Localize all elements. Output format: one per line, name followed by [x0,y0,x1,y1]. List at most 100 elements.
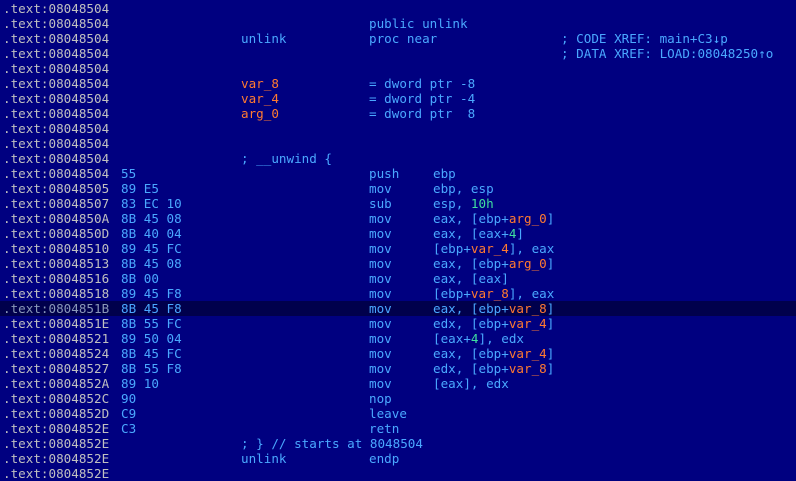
mnemonic[interactable]: mov [369,376,392,391]
stack-variable-name[interactable]: var_4 [241,91,279,106]
comment[interactable]: ; __unwind { [241,151,332,166]
disasm-line[interactable]: .text:08048518 89 45 F8 mov [ebp+var_8], ea… [0,286,796,301]
operands[interactable]: eax, [ebp+var_4] [433,346,554,361]
operand-variable[interactable]: var_4 [509,316,547,331]
disasm-line[interactable]: .text:08048504 ; __unwind { [0,151,796,166]
operand-variable[interactable]: var_8 [471,286,509,301]
mnemonic[interactable]: mov [369,331,392,346]
operands[interactable]: [eax+4], edx [433,331,524,346]
line-address[interactable]: .text:08048504 [3,46,109,61]
line-address[interactable]: .text:08048504 [3,16,109,31]
disasm-line[interactable]: .text:08048524 8B 45 FC mov eax, [ebp+var_4… [0,346,796,361]
disasm-line[interactable]: .text:08048504 var_4 = dword ptr -4 [0,91,796,106]
line-address[interactable]: .text:08048510 [3,241,109,256]
line-address[interactable]: .text:0804850D [3,226,109,241]
disasm-line[interactable]: .text:0804852C 90 nop [0,391,796,406]
disasm-line[interactable]: .text:0804852E [0,466,796,481]
disasm-line[interactable]: .text:0804852E C3 retn [0,421,796,436]
xref-comment[interactable]: ; DATA XREF: LOAD:08048250↑o [561,46,773,61]
mnemonic[interactable]: mov [369,271,392,286]
operands[interactable]: [ebp+var_4], eax [433,241,554,256]
operands[interactable]: eax, [eax] [433,271,509,286]
operand-variable[interactable]: arg_0 [509,211,547,226]
mnemonic[interactable]: = dword ptr -8 [369,76,475,91]
operand-variable[interactable]: var_8 [509,301,547,316]
mnemonic[interactable]: mov [369,361,392,376]
disasm-line[interactable]: .text:08048504 var_8 = dword ptr -8 [0,76,796,91]
disasm-line[interactable]: .text:08048504 [0,61,796,76]
line-address[interactable]: .text:08048504 [3,91,109,106]
line-address[interactable]: .text:08048505 [3,181,109,196]
mnemonic[interactable]: = dword ptr 8 [369,106,475,121]
disasm-line[interactable]: .text:08048504 [0,1,796,16]
mnemonic[interactable]: mov [369,256,392,271]
operand-variable[interactable]: var_4 [471,241,509,256]
mnemonic[interactable]: mov [369,181,392,196]
operands[interactable]: ebp, esp [433,181,494,196]
mnemonic[interactable]: mov [369,226,392,241]
line-address[interactable]: .text:08048504 [3,151,109,166]
disasm-line[interactable]: .text:08048527 8B 55 F8 mov edx, [ebp+var_8… [0,361,796,376]
line-address[interactable]: .text:0804851E [3,316,109,331]
line-address[interactable]: .text:08048516 [3,271,109,286]
line-address[interactable]: .text:0804852E [3,436,109,451]
line-address[interactable]: .text:0804852E [3,421,109,436]
disasm-line[interactable]: .text:08048504 ; DATA XREF: LOAD:08048250… [0,46,796,61]
disassembly-view[interactable]: .text:08048504 .text:08048504 public unlin… [0,1,796,481]
disasm-line[interactable]: .text:0804852D C9 leave [0,406,796,421]
disasm-line[interactable]: .text:08048504 public unlink [0,16,796,31]
xref-comment[interactable]: ; CODE XREF: main+C3↓p [561,31,728,46]
operands[interactable]: eax, [eax+4] [433,226,524,241]
operands[interactable]: eax, [ebp+arg_0] [433,256,554,271]
operand-variable[interactable]: arg_0 [509,256,547,271]
operands[interactable]: eax, [ebp+arg_0] [433,211,554,226]
operand-variable[interactable]: var_8 [509,361,547,376]
stack-variable-name[interactable]: arg_0 [241,106,279,121]
operands[interactable]: eax, [ebp+var_8] [433,301,554,316]
mnemonic[interactable]: push [369,166,399,181]
disasm-line[interactable]: .text:0804852E ; } // starts at 8048504 [0,436,796,451]
disasm-line[interactable]: .text:08048504 unlink proc near ; CODE XREF… [0,31,796,46]
operands[interactable]: edx, [ebp+var_8] [433,361,554,376]
disasm-line[interactable]: .text:0804850A 8B 45 08 mov eax, [ebp+arg_0… [0,211,796,226]
disasm-line[interactable]: .text:08048504 [0,121,796,136]
mnemonic[interactable]: mov [369,301,392,316]
line-address[interactable]: .text:08048504 [3,76,109,91]
function-label[interactable]: unlink [241,31,287,46]
mnemonic[interactable]: mov [369,346,392,361]
operand-variable[interactable]: var_4 [509,346,547,361]
disasm-line[interactable]: .text:08048521 89 50 04 mov [eax+4], edx [0,331,796,346]
operands[interactable]: esp, 10h [433,196,494,211]
disasm-line[interactable]: .text:08048504 55 push ebp [0,166,796,181]
line-address[interactable]: .text:0804852E [3,466,109,481]
operands[interactable]: [ebp+var_8], eax [433,286,554,301]
mnemonic[interactable]: mov [369,316,392,331]
mnemonic[interactable]: mov [369,241,392,256]
mnemonic[interactable]: proc near [369,31,437,46]
line-address[interactable]: .text:0804850A [3,211,109,226]
line-address[interactable]: .text:08048521 [3,331,109,346]
mnemonic[interactable]: retn [369,421,399,436]
line-address[interactable]: .text:08048504 [3,121,109,136]
disasm-line[interactable]: .text:08048510 89 45 FC mov [ebp+var_4], ea… [0,241,796,256]
comment[interactable]: ; } // starts at 8048504 [241,436,423,451]
line-address[interactable]: .text:0804852A [3,376,109,391]
operands[interactable]: edx, [ebp+var_4] [433,316,554,331]
disasm-line[interactable]: .text:0804851B 8B 45 F8 mov eax, [ebp+var_8… [0,301,796,316]
mnemonic[interactable]: public unlink [369,16,468,31]
disasm-line[interactable]: .text:0804852A 89 10 mov [eax], edx [0,376,796,391]
line-address[interactable]: .text:08048504 [3,136,109,151]
disasm-line[interactable]: .text:0804851E 8B 55 FC mov edx, [ebp+var_4… [0,316,796,331]
mnemonic[interactable]: mov [369,211,392,226]
line-address[interactable]: .text:08048507 [3,196,109,211]
disasm-line[interactable]: .text:0804850D 8B 40 04 mov eax, [eax+4] [0,226,796,241]
line-address[interactable]: .text:08048518 [3,286,109,301]
disasm-line[interactable]: .text:08048504 arg_0 = dword ptr 8 [0,106,796,121]
line-address[interactable]: .text:08048504 [3,166,109,181]
disasm-line[interactable]: .text:08048516 8B 00 mov eax, [eax] [0,271,796,286]
disasm-line[interactable]: .text:08048507 83 EC 10 sub esp, 10h [0,196,796,211]
operands[interactable]: [eax], edx [433,376,509,391]
mnemonic[interactable]: = dword ptr -4 [369,91,475,106]
mnemonic[interactable]: mov [369,286,392,301]
operands[interactable]: ebp [433,166,456,181]
